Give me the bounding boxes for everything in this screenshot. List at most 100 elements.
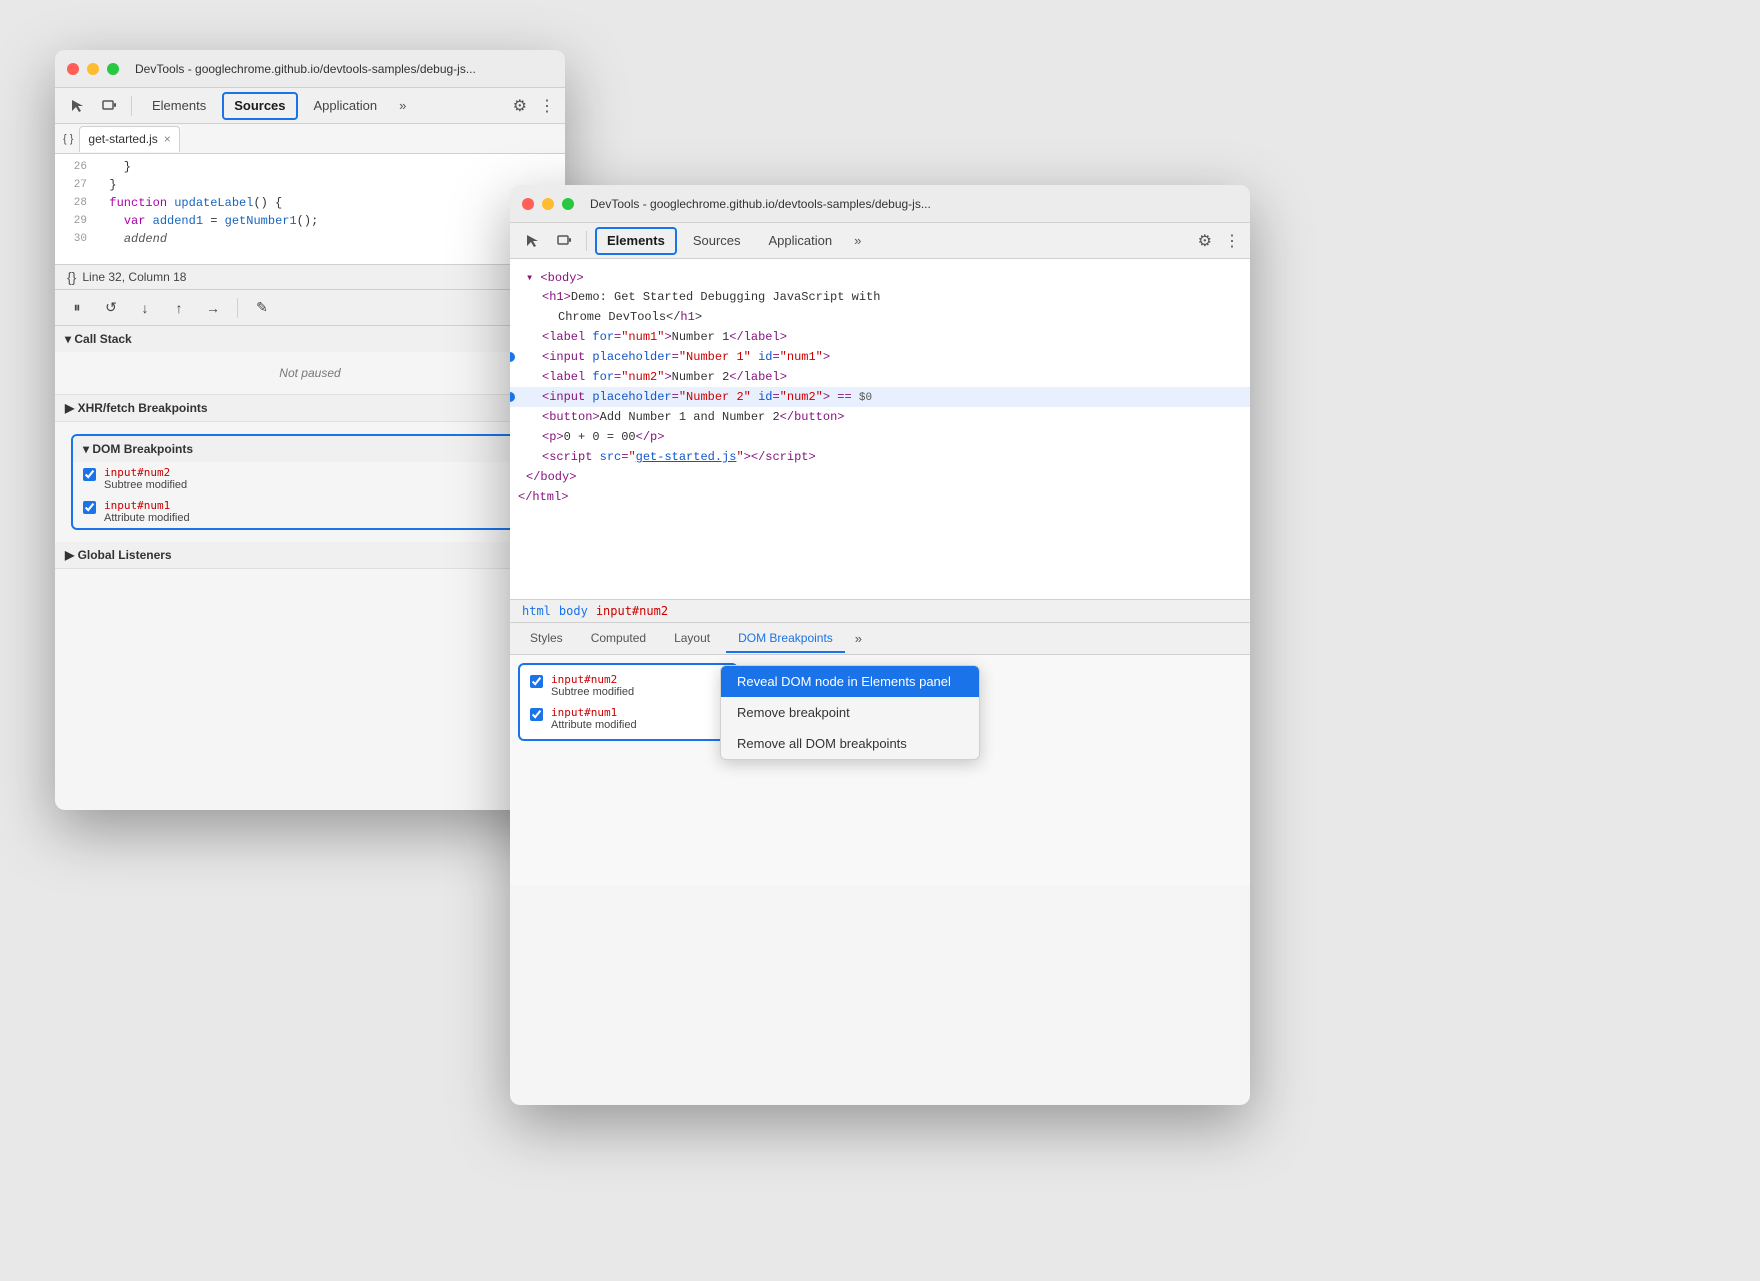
bp-selector-2a: input#num2 — [551, 673, 634, 686]
context-menu-item-reveal[interactable]: Reveal DOM node in Elements panel — [721, 666, 979, 697]
pause-btn[interactable]: ⏸ — [63, 294, 91, 322]
device-icon[interactable] — [95, 92, 123, 120]
settings-icon-1[interactable]: ⚙ — [507, 92, 533, 120]
bracket-icon: {} — [67, 269, 76, 285]
dom-breakpoints-header-1[interactable]: ▾ DOM Breakpoints — [73, 436, 547, 462]
bp-label-2a: input#num2 Subtree modified — [551, 673, 634, 698]
dom-breakpoints-label-1: ▾ DOM Breakpoints — [83, 442, 193, 456]
bp-checkbox-2b[interactable] — [530, 708, 543, 721]
html-tree: ▾ <body> <h1>Demo: Get Started Debugging… — [510, 259, 1250, 599]
device-icon-2[interactable] — [550, 227, 578, 255]
call-stack-section: ▾ Call Stack Not paused — [55, 326, 565, 395]
cursor-icon[interactable] — [63, 92, 91, 120]
html-line-h1[interactable]: <h1>Demo: Get Started Debugging JavaScri… — [510, 287, 1250, 307]
html-line-body-close[interactable]: </body> — [510, 467, 1250, 487]
bp-item-2a: input#num2 Subtree modified — [520, 669, 736, 702]
breadcrumb-input-num2[interactable]: input#num2 — [596, 604, 668, 618]
bp-checkbox-1a[interactable] — [83, 468, 96, 481]
step-btn[interactable]: → — [199, 294, 227, 322]
debug-toolbar: ⏸ ↺ ↓ ↑ → ✎ — [55, 290, 565, 326]
tab-elements-1[interactable]: Elements — [140, 92, 218, 120]
global-listeners-section: ▶ Global Listeners — [55, 542, 565, 569]
html-line-script[interactable]: <script src="get-started.js"></script> — [510, 447, 1250, 467]
code-line-27: 27 } — [55, 176, 565, 194]
breakpoint-item-1b: input#num1 Attribute modified — [73, 495, 547, 528]
bp-checkbox-1b[interactable] — [83, 501, 96, 514]
step-over-btn[interactable]: ↺ — [97, 294, 125, 322]
file-bracket-icon: { } — [63, 133, 73, 145]
global-listeners-header[interactable]: ▶ Global Listeners — [55, 542, 565, 568]
window-title-1: DevTools - googlechrome.github.io/devtoo… — [135, 62, 476, 76]
context-menu-item-remove[interactable]: Remove breakpoint — [721, 697, 979, 728]
tab-sources-1[interactable]: Sources — [222, 92, 297, 120]
cursor-icon-2[interactable] — [518, 227, 546, 255]
html-line-input1[interactable]: <input placeholder="Number 1" id="num1"> — [510, 347, 1250, 367]
tab-divider-2 — [586, 231, 587, 251]
more-options-icon-1[interactable]: ⋮ — [537, 92, 557, 120]
bp-checkbox-2a[interactable] — [530, 675, 543, 688]
minimize-button-2[interactable] — [542, 198, 554, 210]
btab-styles[interactable]: Styles — [518, 625, 575, 653]
xhr-breakpoints-label: ▶ XHR/fetch Breakpoints — [65, 401, 208, 415]
bp-selector-1b: input#num1 — [104, 499, 190, 512]
breadcrumb-bar: html body input#num2 — [510, 599, 1250, 623]
html-line-h1-cont[interactable]: Chrome DevTools</h1> — [510, 307, 1250, 327]
close-button[interactable] — [67, 63, 79, 75]
context-menu: Reveal DOM node in Elements panel Remove… — [720, 665, 980, 760]
html-line-html-close[interactable]: </html> — [510, 487, 1250, 507]
html-line-label2[interactable]: <label for="num2">Number 2</label> — [510, 367, 1250, 387]
code-line-26: 26 } — [55, 158, 565, 176]
call-stack-body: Not paused — [55, 352, 565, 394]
maximize-button[interactable] — [107, 63, 119, 75]
xhr-breakpoints-section: ▶ XHR/fetch Breakpoints — [55, 395, 565, 422]
minimize-button[interactable] — [87, 63, 99, 75]
traffic-lights-1 — [67, 63, 119, 75]
tab-more-1[interactable]: » — [393, 94, 412, 117]
close-button-2[interactable] — [522, 198, 534, 210]
btab-layout[interactable]: Layout — [662, 625, 722, 653]
breadcrumb-html[interactable]: html — [522, 604, 551, 618]
tab-application-1[interactable]: Application — [302, 92, 390, 120]
breadcrumb-body[interactable]: body — [559, 604, 588, 618]
call-stack-header[interactable]: ▾ Call Stack — [55, 326, 565, 352]
html-line-label1[interactable]: <label for="num1">Number 1</label> — [510, 327, 1250, 347]
dom-bp-panel: input#num2 Subtree modified input#num1 A… — [510, 655, 1250, 885]
bp-label-1b: input#num1 Attribute modified — [104, 499, 190, 524]
html-line-p[interactable]: <p>0 + 0 = 00</p> — [510, 427, 1250, 447]
html-line-input2[interactable]: <input placeholder="Number 2" id="num2">… — [510, 387, 1250, 407]
btab-more[interactable]: » — [849, 627, 868, 650]
file-tab-name: get-started.js — [88, 132, 157, 146]
dom-bp-box: input#num2 Subtree modified input#num1 A… — [518, 663, 738, 741]
html-line-body[interactable]: ▾ <body> — [510, 267, 1250, 287]
more-options-icon-2[interactable]: ⋮ — [1222, 227, 1242, 255]
step-into-btn[interactable]: ↓ — [131, 294, 159, 322]
bp-type-1b: Attribute modified — [104, 512, 190, 524]
tab-elements-2[interactable]: Elements — [595, 227, 677, 255]
dom-breakpoints-wrapper: ▾ DOM Breakpoints input#num2 Subtree mod… — [55, 422, 565, 542]
tab-divider-1 — [131, 96, 132, 116]
status-bar-1: {} Line 32, Column 18 — [55, 264, 565, 290]
xhr-breakpoints-header[interactable]: ▶ XHR/fetch Breakpoints — [55, 395, 565, 421]
devtools-tabs-1: Elements Sources Application » ⚙ ⋮ — [55, 88, 565, 124]
tab-application-2[interactable]: Application — [757, 227, 845, 255]
call-stack-label: ▾ Call Stack — [65, 332, 132, 346]
tab-more-2[interactable]: » — [848, 229, 867, 252]
btab-computed[interactable]: Computed — [579, 625, 658, 653]
html-line-button[interactable]: <button>Add Number 1 and Number 2</butto… — [510, 407, 1250, 427]
not-paused-text: Not paused — [67, 358, 553, 388]
global-listeners-label: ▶ Global Listeners — [65, 548, 172, 562]
window-title-2: DevTools - googlechrome.github.io/devtoo… — [590, 197, 931, 211]
bp-item-2b: input#num1 Attribute modified — [520, 702, 736, 735]
file-tab-close[interactable]: × — [164, 133, 171, 145]
debug-divider — [237, 298, 238, 318]
btab-dom-breakpoints[interactable]: DOM Breakpoints — [726, 625, 845, 653]
blackbox-btn[interactable]: ✎ — [248, 294, 276, 322]
code-area-1: 26 } 27 } 28 function updateLabel() { 29… — [55, 154, 565, 264]
tab-sources-2[interactable]: Sources — [681, 227, 753, 255]
maximize-button-2[interactable] — [562, 198, 574, 210]
context-menu-item-remove-all[interactable]: Remove all DOM breakpoints — [721, 728, 979, 759]
bp-selector-2b: input#num1 — [551, 706, 637, 719]
settings-icon-2[interactable]: ⚙ — [1192, 227, 1218, 255]
step-out-btn[interactable]: ↑ — [165, 294, 193, 322]
file-tab-1[interactable]: get-started.js × — [79, 126, 179, 152]
